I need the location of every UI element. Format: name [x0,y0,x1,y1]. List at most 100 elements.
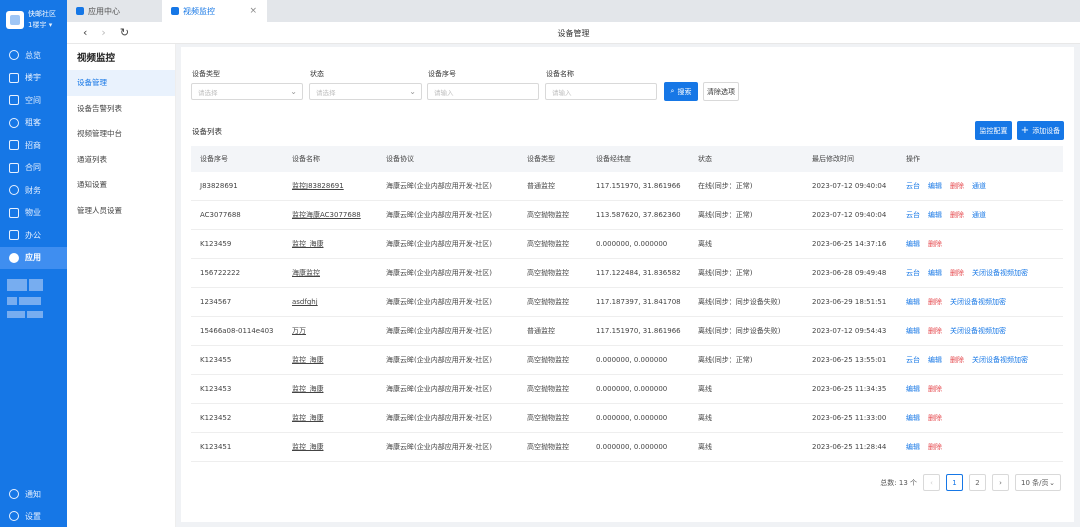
action-link[interactable]: 关闭设备视频加密 [950,326,1006,336]
monitor-config-button[interactable]: 监控配置 [975,121,1012,140]
cell-status: 离线(同步：同步设备失败) [698,327,781,335]
cell-name[interactable]: 监控_海康 [283,239,377,249]
action-link[interactable]: 关闭设备视频加密 [972,355,1028,365]
cell-time: 2023-06-25 13:55:01 [812,356,887,364]
add-device-button[interactable]: + 添加设备 [1017,121,1064,140]
cube-icon [9,95,19,106]
main-nav: 总览楼宇空间 租客 招商 合同 财务 物业 办公应用 [0,44,67,269]
cell-coords: 0.000000, 0.000000 [596,443,668,451]
action-link[interactable]: 编辑 [906,384,920,394]
search-button[interactable]: ⌕ 搜索 [664,82,698,101]
action-link[interactable]: 删除 [928,297,942,307]
nav-item-2[interactable]: 空间 [0,89,67,112]
money-icon [9,185,19,196]
action-link[interactable]: 云台 [906,181,920,191]
nav-item-7[interactable]: 物业 [0,202,67,225]
action-link[interactable]: 关闭设备视频加密 [972,268,1028,278]
nav-item-label: 应用 [25,253,41,263]
subnav-item[interactable]: 通知设置 [67,172,175,198]
action-link[interactable]: 编辑 [928,210,942,220]
nav-item-label: 楼宇 [25,73,41,83]
chevron-down-icon: ⌄ [290,87,297,96]
nav-item-5[interactable]: 合同 [0,157,67,180]
cell-time: 2023-06-28 09:49:48 [812,269,887,277]
nav-item-0[interactable]: 总览 [0,44,67,67]
action-link[interactable]: 删除 [950,355,964,365]
cell-name[interactable]: 海康监控 [283,268,377,278]
bottom-nav-item-1[interactable]: 设置 [0,505,67,527]
nav-item-6[interactable]: 财务 [0,179,67,202]
list-title: 设备列表 [192,127,222,136]
tab-video-monitor[interactable]: 视频监控 × [162,0,267,22]
action-link[interactable]: 云台 [906,210,920,220]
action-link[interactable]: 编辑 [928,268,942,278]
action-link[interactable]: 编辑 [906,413,920,423]
action-link[interactable]: 通道 [972,210,986,220]
cell-name[interactable]: 监控_海康 [283,442,377,452]
action-link[interactable]: 编辑 [906,326,920,336]
cell-coords: 117.151970, 31.861966 [596,327,681,335]
action-link[interactable]: 编辑 [928,355,942,365]
close-icon[interactable]: × [249,6,257,16]
prev-page-icon[interactable]: ‹ [923,474,940,491]
clear-button[interactable]: 清除选项 [703,82,739,101]
cell-status: 离线 [698,443,712,451]
page-size-select[interactable]: 10 条/页 ⌄ [1015,474,1061,491]
action-link[interactable]: 删除 [928,384,942,394]
action-link[interactable]: 删除 [928,239,942,249]
subnav-item[interactable]: 通道列表 [67,147,175,173]
table-row: K123453 监控_海康 海康云眸(企业内部应用开发-社区) 高空抛物监控 0.000… [191,375,1063,404]
cell-status: 离线 [698,385,712,393]
subnav-item[interactable]: 管理人员设置 [67,198,175,224]
serial-input[interactable]: 请输入 [427,83,539,100]
cell-status: 离线(同步：正常) [698,356,753,364]
device-type-select[interactable]: 请选择 ⌄ [191,83,303,100]
table-row: AC3077688 监控海康AC3077688 海康云眸(企业内部应用开发-社区) 高… [191,201,1063,230]
action-link[interactable]: 删除 [950,210,964,220]
bottom-nav-item-0[interactable]: 通知 [0,483,67,505]
next-page-icon[interactable]: › [992,474,1009,491]
nav-item-8[interactable]: 办公 [0,224,67,247]
action-link[interactable]: 云台 [906,355,920,365]
cell-type: 高空抛物监控 [527,385,569,393]
status-label: 状态 [310,70,324,78]
subnav-item[interactable]: 视频管理中台 [67,121,175,147]
cell-protocol: 海康云眸(企业内部应用开发-社区) [386,414,492,422]
cell-name[interactable]: 监控J83828691 [283,181,377,191]
people-icon [9,117,19,128]
action-link[interactable]: 关闭设备视频加密 [950,297,1006,307]
cell-protocol: 海康云眸(企业内部应用开发-社区) [386,211,492,219]
page-1[interactable]: 1 [946,474,963,491]
subnav-item[interactable]: 设备管理 [67,70,175,96]
nav-item-9[interactable]: 应用 [0,246,67,269]
sub-sidebar: 视频监控 设备管理 设备告警列表 视频管理中台 通道列表 通知设置 管理人员设置 [67,44,176,527]
cell-name[interactable]: asdfghj [283,298,377,306]
status-select[interactable]: 请选择 ⌄ [309,83,422,100]
page-2[interactable]: 2 [969,474,986,491]
action-link[interactable]: 删除 [928,413,942,423]
cell-name[interactable]: 监控海康AC3077688 [283,210,377,220]
action-link[interactable]: 删除 [928,326,942,336]
cell-name[interactable]: 监控_海康 [283,384,377,394]
cell-type: 高空抛物监控 [527,211,569,219]
name-input[interactable]: 请输入 [545,83,657,100]
action-link[interactable]: 编辑 [906,297,920,307]
device-type-label: 设备类型 [192,70,220,78]
nav-item-1[interactable]: 楼宇 [0,67,67,90]
tab-app-center[interactable]: 应用中心 [67,0,162,22]
subnav-item[interactable]: 设备告警列表 [67,96,175,122]
org-switcher[interactable]: 快邮社区 1楼宇 ▾ [0,0,67,40]
action-link[interactable]: 删除 [950,181,964,191]
action-link[interactable]: 编辑 [906,239,920,249]
action-link[interactable]: 云台 [906,268,920,278]
nav-item-3[interactable]: 租客 [0,112,67,135]
nav-item-4[interactable]: 招商 [0,134,67,157]
action-link[interactable]: 编辑 [928,181,942,191]
action-link[interactable]: 编辑 [906,442,920,452]
action-link[interactable]: 删除 [928,442,942,452]
cell-name[interactable]: 万万 [283,326,377,336]
action-link[interactable]: 删除 [950,268,964,278]
cell-name[interactable]: 监控_海康 [283,413,377,423]
action-link[interactable]: 通道 [972,181,986,191]
cell-name[interactable]: 监控_海康 [283,355,377,365]
